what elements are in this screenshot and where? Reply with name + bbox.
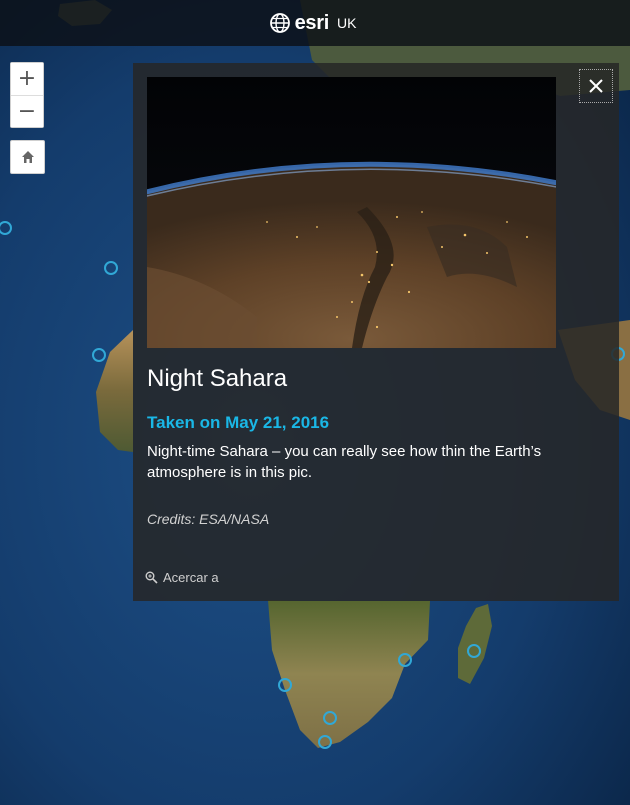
logo-subtext: UK	[336, 15, 357, 31]
zoom-in-button[interactable]: +	[11, 63, 43, 95]
popup-photo	[147, 77, 556, 348]
home-button[interactable]	[10, 140, 45, 174]
magnifier-icon	[145, 571, 158, 584]
globe-icon	[269, 13, 290, 33]
zoom-control: + −	[10, 62, 44, 128]
popup-description: Night-time Sahara – you can really see h…	[147, 443, 542, 481]
close-icon	[589, 79, 603, 93]
zoom-to-link[interactable]: Acercar a	[145, 570, 219, 585]
popup-credits: Credits: ESA/NASA	[147, 511, 270, 527]
popup-date: Taken on May 21, 2016	[147, 413, 330, 432]
popup-title: Night Sahara	[147, 365, 288, 392]
zoom-out-button[interactable]: −	[11, 95, 43, 127]
app-header: esri UK	[0, 0, 630, 46]
logo-text: esri	[294, 11, 330, 34]
home-icon	[21, 151, 34, 163]
info-popup: Night Sahara Taken on May 21, 2016 Night…	[133, 63, 619, 601]
close-button[interactable]	[579, 69, 613, 103]
esri-logo: esri UK	[269, 11, 357, 35]
zoom-to-label: Acercar a	[163, 570, 219, 585]
